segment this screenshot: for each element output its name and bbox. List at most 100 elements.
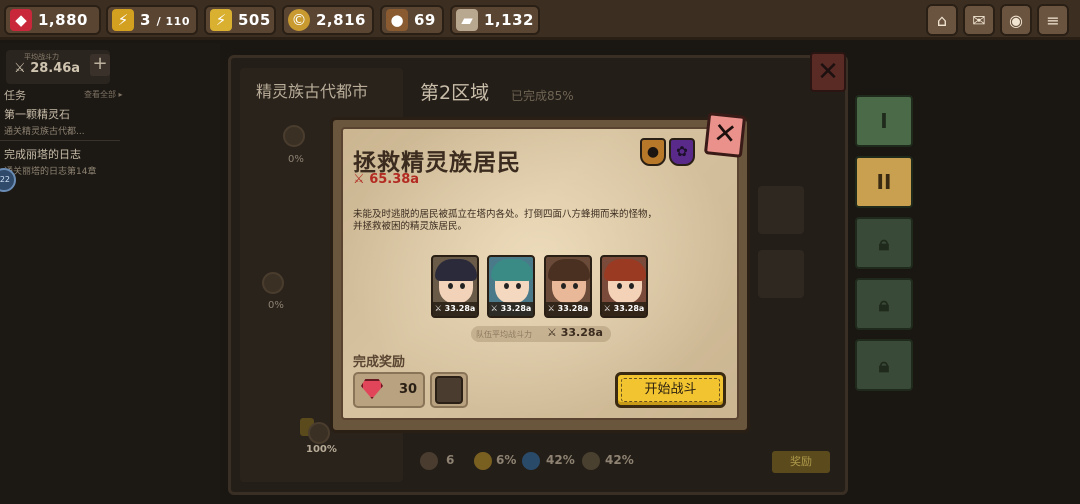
hero-power: ⚔ 33.28a xyxy=(546,302,590,316)
reward-gem-count: 30 xyxy=(399,382,418,397)
stage-pct: 100% xyxy=(306,444,337,455)
swords-icon: ⚔ xyxy=(547,326,557,339)
hero-eye xyxy=(460,283,465,289)
stage-card[interactable] xyxy=(758,250,804,298)
hero-power: ⚔ 33.28a xyxy=(433,302,477,316)
city-title: 精灵族古代都市 xyxy=(256,82,369,101)
water-icon xyxy=(522,452,540,470)
region-title: 第2区域 xyxy=(420,82,490,104)
hero-eye xyxy=(448,283,453,289)
stamina-max: 110 xyxy=(165,15,190,28)
gems-counter[interactable]: ◆ 1,880 xyxy=(4,5,101,35)
region-progress: 已完成85% xyxy=(511,89,574,103)
mission-power-value: 65.38a xyxy=(369,172,420,187)
xp-counter[interactable]: ⚡ 505 xyxy=(204,5,276,35)
resource-bar: ◆ 1,880 ⚡ 3 / 110 ⚡ 505 © 2,816 ● 69 ▰ 1… xyxy=(0,0,1080,40)
tasks-title: 任务 xyxy=(4,89,26,102)
menu-button[interactable]: ≡ xyxy=(1037,4,1069,36)
hero-eye xyxy=(629,283,634,289)
hero-eye xyxy=(504,283,509,289)
hero-power-value: 33.28a xyxy=(500,304,532,313)
hero-card[interactable]: ⚔ 33.28a xyxy=(544,255,592,318)
hero-eye xyxy=(617,283,622,289)
hero-hair xyxy=(548,259,590,281)
hero-hair xyxy=(435,259,477,281)
menu-icon: ≡ xyxy=(1046,10,1060,30)
power-value: ⚔ 28.46a xyxy=(14,61,80,76)
task-2-name[interactable]: 完成丽塔的日志 xyxy=(4,146,81,162)
stone-counter[interactable]: ▰ 1,132 xyxy=(450,5,540,35)
tab-region-locked[interactable]: 🔒︎ xyxy=(855,217,913,269)
swords-icon: ⚔ xyxy=(353,172,365,187)
region-close-button[interactable]: ✕ xyxy=(810,52,846,92)
paw-icon: ✿ xyxy=(669,138,695,166)
gold-bonus: 6% xyxy=(496,453,517,467)
tab-region-1-label: I xyxy=(880,109,888,133)
mail-icon: ✉ xyxy=(972,10,986,30)
power-plus-button[interactable]: + xyxy=(90,54,110,76)
hero-icon xyxy=(420,452,438,470)
home-button[interactable]: ⌂ xyxy=(926,4,958,36)
stage-card[interactable] xyxy=(758,186,804,234)
mission-power: ⚔ 65.38a xyxy=(353,172,419,187)
lock-icon: 🔒︎ xyxy=(878,231,890,255)
hero-power-value: 33.28a xyxy=(613,304,645,313)
swords-icon: ⚔ xyxy=(14,61,26,76)
hero-eye xyxy=(516,283,521,289)
task-1-desc: 通关精灵族古代都... xyxy=(4,127,85,137)
hero-reward-icon xyxy=(435,376,463,404)
hero-hair xyxy=(491,259,533,281)
stage-pct: 0% xyxy=(288,154,304,165)
stone-icon: ▰ xyxy=(456,9,478,31)
team-avg-value: 33.28a xyxy=(560,326,603,339)
camera-button[interactable]: ◉ xyxy=(1000,4,1032,36)
stage-node[interactable] xyxy=(283,125,305,147)
reward-title: 完成奖励 xyxy=(353,355,406,370)
hero-power-value: 33.28a xyxy=(444,304,476,313)
task-2-desc: 通关丽塔的日志第14章 xyxy=(4,167,97,177)
xp-bolt-icon: ⚡ xyxy=(210,9,232,31)
lock-icon: 🔒︎ xyxy=(878,353,890,377)
stage-node[interactable] xyxy=(262,272,284,294)
hero-power-value: 33.28a xyxy=(557,304,589,313)
task-1-name[interactable]: 第一颗精灵石 xyxy=(4,106,70,122)
tab-region-1[interactable]: I xyxy=(855,95,913,147)
stone-value: 1,132 xyxy=(484,11,534,29)
hero-eye xyxy=(573,283,578,289)
mission-close-button[interactable]: ✕ xyxy=(703,112,747,158)
wood-counter[interactable]: ● 69 xyxy=(380,5,444,35)
lock-icon: 🔒︎ xyxy=(878,292,890,316)
stamina-value: 3 / 110 xyxy=(140,11,190,29)
hero-card[interactable]: ⚔ 33.28a xyxy=(431,255,479,318)
region-reward-button[interactable]: 奖励 xyxy=(772,451,830,473)
hero-card[interactable]: ⚔ 33.28a xyxy=(487,255,535,318)
start-battle-button[interactable]: 开始战斗 xyxy=(615,372,726,408)
gold-value: 2,816 xyxy=(316,11,366,29)
wood-value: 69 xyxy=(414,11,436,29)
tab-region-locked[interactable]: 🔒︎ xyxy=(855,278,913,330)
coin-icon: © xyxy=(288,9,310,31)
team-avg-power: ⚔ 33.28a xyxy=(547,326,603,339)
hero-eye xyxy=(561,283,566,289)
hero-card[interactable]: ⚔ 33.28a xyxy=(600,255,648,318)
start-battle-label: 开始战斗 xyxy=(644,382,697,397)
camera-icon: ◉ xyxy=(1009,10,1023,30)
hero-power: ⚔ 33.28a xyxy=(602,302,646,316)
seed-icon xyxy=(582,452,600,470)
coin-icon xyxy=(474,452,492,470)
task-divider xyxy=(0,140,120,141)
stamina-counter[interactable]: ⚡ 3 / 110 xyxy=(106,5,198,35)
wood-icon: ● xyxy=(386,9,408,31)
mission-description: 未能及时逃脱的居民被孤立在塔内各处。打倒四面八方蜂拥而来的怪物， 并拯救被困的精… xyxy=(353,209,658,232)
stage-node[interactable] xyxy=(308,422,330,444)
tab-region-locked[interactable]: 🔒︎ xyxy=(855,339,913,391)
tab-region-2[interactable]: II xyxy=(855,156,913,208)
home-icon: ⌂ xyxy=(936,10,948,30)
mail-button[interactable]: ✉ xyxy=(963,4,995,36)
gem-icon: ◆ xyxy=(10,9,32,31)
gold-counter[interactable]: © 2,816 xyxy=(282,5,374,35)
power-number: 28.46a xyxy=(30,61,81,76)
tasks-view-all-link[interactable]: 查看全部 ▸ xyxy=(84,89,123,100)
stamina-current: 3 xyxy=(140,11,151,29)
other-bonus: 42% xyxy=(605,453,634,467)
